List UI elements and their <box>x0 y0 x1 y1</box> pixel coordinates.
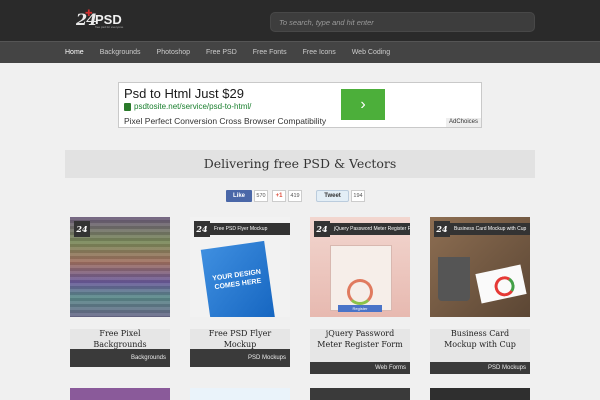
main-nav: Home Backgrounds Photoshop Free PSD Free… <box>0 41 600 63</box>
nav-item-photoshop[interactable]: Photoshop <box>157 42 190 63</box>
post-thumbnail[interactable] <box>430 388 530 400</box>
thumbnail-caption: Business Card Mockup with Cup <box>450 223 530 235</box>
thumbnail-caption: Free PSD Flyer Mockup <box>210 223 290 235</box>
post-thumbnail[interactable]: 24 Business Card Mockup with Cup <box>430 217 530 317</box>
tweet-count: 194 <box>351 190 365 202</box>
google-plus-count: 419 <box>288 190 302 202</box>
post-thumbnail[interactable] <box>70 388 170 400</box>
flyer-graphic: YOUR DESIGN COMES HERE <box>200 240 276 317</box>
adchoices-link[interactable]: AdChoices <box>445 118 481 127</box>
nav-item-backgrounds[interactable]: Backgrounds <box>100 42 141 63</box>
logo-mark-icon: ✚ <box>85 8 93 18</box>
register-graphic: Register <box>338 305 382 312</box>
thumbnail-caption: jQuery Password Meter Register Form <box>330 223 410 235</box>
post-category[interactable]: PSD Mockups <box>190 349 290 367</box>
ad-favicon-icon <box>124 103 131 111</box>
site-badge-icon: 24 <box>314 221 330 237</box>
site-badge-icon: 24 <box>434 221 450 237</box>
logo-tagline: free psd for everyone <box>95 25 124 29</box>
post-thumbnail[interactable]: 24 jQuery Password Meter Register Form R… <box>310 217 410 317</box>
post-thumbnail[interactable]: 24 <box>70 217 170 317</box>
gauge-graphic <box>347 279 373 305</box>
nav-item-free-fonts[interactable]: Free Fonts <box>253 42 287 63</box>
cup-graphic <box>438 257 470 301</box>
ad-url[interactable]: psdtosite.net/service/psd-to-html/ <box>134 102 251 111</box>
post-title[interactable]: Free Pixel Backgrounds <box>70 329 170 349</box>
nav-item-free-psd[interactable]: Free PSD <box>206 42 237 63</box>
facebook-like-count: 570 <box>254 190 268 202</box>
post-title[interactable]: Free PSD Flyer Mockup <box>190 329 290 349</box>
post-category[interactable]: PSD Mockups <box>430 362 530 374</box>
chevron-right-icon: › <box>360 96 366 113</box>
facebook-like-label: Like <box>232 193 245 199</box>
site-logo[interactable]: 24 ✚ PSD free psd for everyone <box>76 8 124 30</box>
business-card-graphic <box>475 264 527 304</box>
facebook-like-button[interactable]: Like <box>226 190 252 202</box>
page-tagline: Delivering free PSD & Vectors <box>65 150 535 178</box>
post-category[interactable]: Backgrounds <box>70 349 170 367</box>
google-plus-button[interactable]: +1 <box>272 190 286 202</box>
ad-headline[interactable]: Psd to Html Just $29 <box>124 86 244 101</box>
ad-cta-button[interactable]: › <box>341 89 385 120</box>
tweet-button[interactable]: Tweet <box>316 190 349 202</box>
post-thumbnail[interactable]: 24 Free PSD Flyer Mockup YOUR DESIGN COM… <box>190 217 290 317</box>
post-category[interactable]: Web Forms <box>310 362 410 374</box>
nav-item-web-coding[interactable]: Web Coding <box>352 42 390 63</box>
post-thumbnail[interactable] <box>190 388 290 400</box>
site-header: 24 ✚ PSD free psd for everyone <box>0 0 600 41</box>
site-badge-icon: 24 <box>194 221 210 237</box>
site-badge-icon: 24 <box>74 221 90 237</box>
ad-banner[interactable]: Psd to Html Just $29 psdtosite.net/servi… <box>118 82 482 128</box>
nav-item-free-icons[interactable]: Free Icons <box>303 42 336 63</box>
post-thumbnail[interactable] <box>310 388 410 400</box>
nav-item-home[interactable]: Home <box>65 42 84 63</box>
ad-description: Pixel Perfect Conversion Cross Browser C… <box>124 116 327 126</box>
search-input[interactable] <box>270 12 535 32</box>
